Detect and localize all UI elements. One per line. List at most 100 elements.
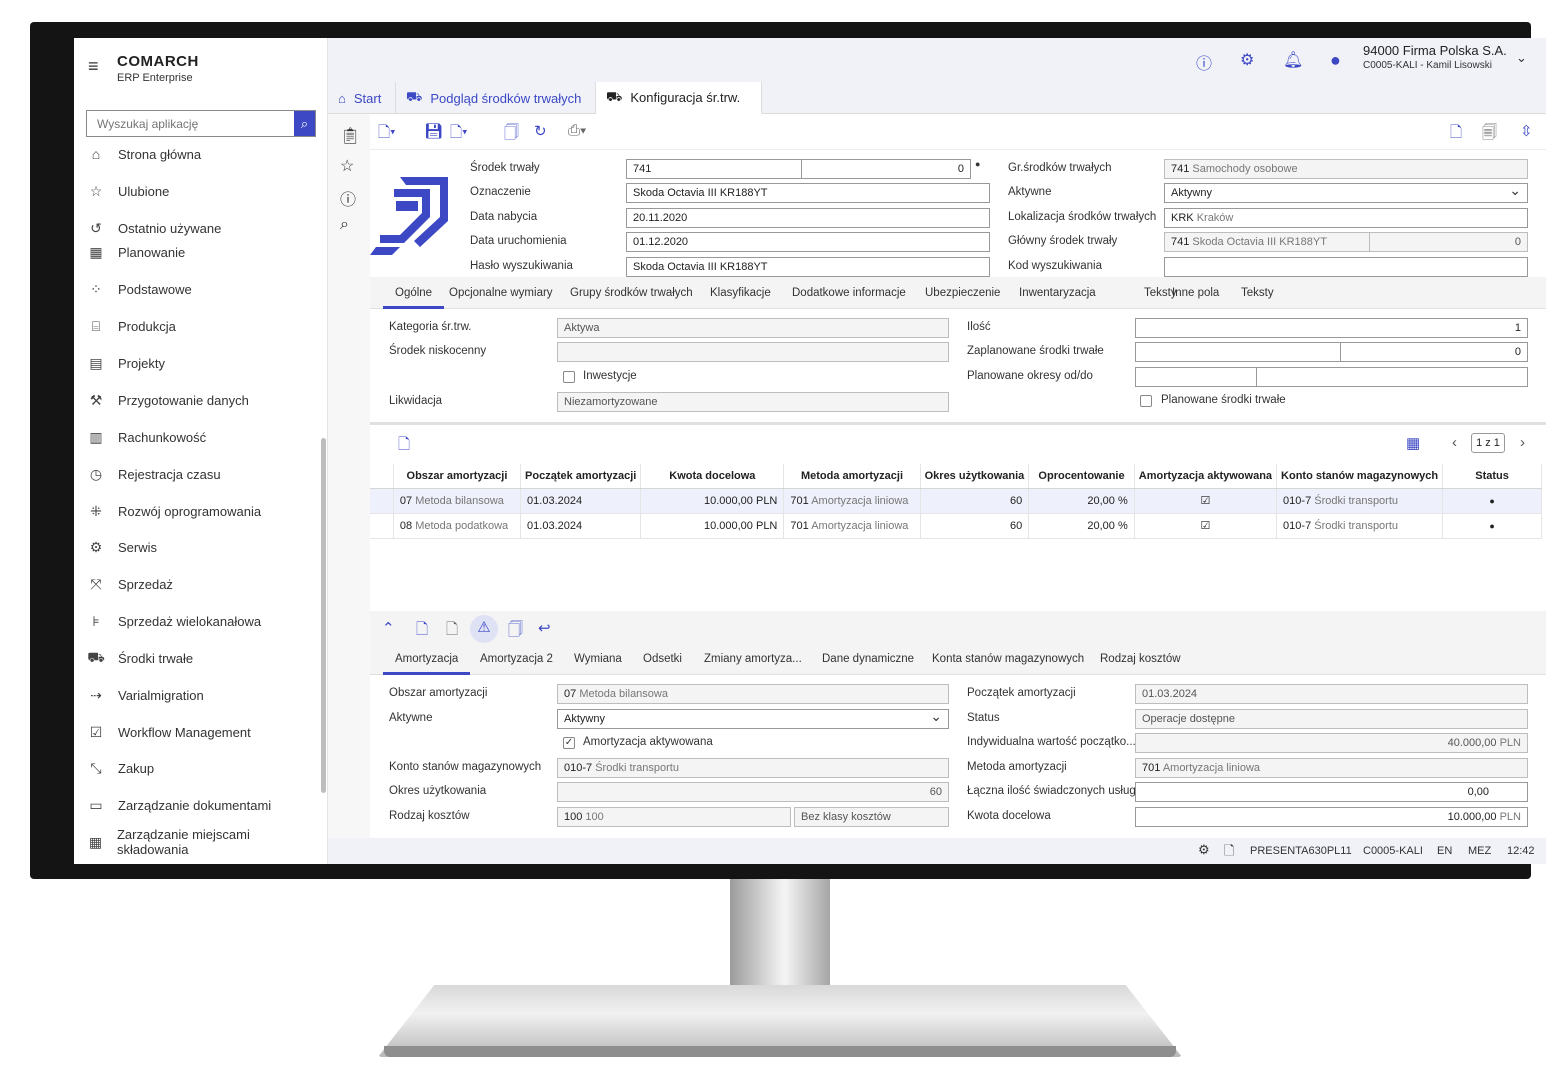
tab-general-5[interactable]: Ubezpieczenie — [925, 277, 1000, 309]
sidebar-item[interactable]: ⌂ Strona główna — [74, 142, 320, 166]
next-page-icon[interactable]: › — [1520, 434, 1525, 451]
search-input[interactable] — [87, 111, 294, 136]
planned-period-to-field[interactable] — [1256, 367, 1528, 387]
star-icon[interactable]: ☆ — [340, 156, 354, 176]
quantity-field[interactable]: 1 — [1135, 318, 1528, 338]
tab-general-9[interactable]: Teksty — [1241, 277, 1274, 309]
useful-life-field[interactable]: 60 — [557, 782, 949, 802]
print-icon[interactable]: ⎙▾ — [568, 122, 586, 139]
delete-document-icon[interactable]: 🗋︎▾ — [450, 122, 468, 147]
search-code-field[interactable] — [1164, 257, 1528, 277]
active-select[interactable]: Aktywny — [1164, 183, 1528, 203]
settings-icon[interactable]: ⚙ — [1240, 50, 1254, 70]
depreciation-activated-checkbox[interactable]: ✓ — [563, 737, 575, 749]
tab-detail-0[interactable]: Amortyzacja — [383, 643, 471, 675]
low-value-field[interactable] — [557, 342, 949, 362]
collapse-up-icon[interactable]: ⌃ — [382, 619, 395, 637]
sidebar-item[interactable]: ▤ Projekty — [74, 351, 320, 375]
detail-area-field[interactable]: 07 Metoda bilansowa — [557, 684, 949, 704]
liquidation-field[interactable]: Niezamortyzowane — [557, 392, 949, 412]
tab-detail-1[interactable]: Amortyzacja 2 — [480, 643, 553, 675]
column-header[interactable]: Początek amortyzacji — [520, 464, 642, 489]
initial-value-field[interactable]: 40.000,00 PLN — [1135, 733, 1528, 753]
depreciation-start-field[interactable]: 01.03.2024 — [1135, 684, 1528, 704]
chevron-down-icon[interactable]: ⌄ — [1516, 50, 1527, 66]
user-avatar-icon[interactable]: ● — [1330, 50, 1341, 71]
sidebar-item[interactable]: ◷ Rejestracja czasu — [74, 462, 320, 486]
sidebar-item[interactable]: ⇢ Varialmigration — [74, 683, 320, 707]
target-amount-field[interactable]: 10.000,00 PLN — [1135, 807, 1528, 827]
column-header[interactable]: Amortyzacja aktywowana — [1134, 464, 1278, 489]
start-date-field[interactable]: 01.12.2020 — [626, 232, 990, 252]
bell-icon[interactable]: 🔔︎ — [1283, 50, 1303, 70]
sidebar-item[interactable]: ⛟ Środki trwałe — [74, 646, 320, 670]
planned-period-from-field[interactable] — [1135, 367, 1257, 387]
delete-row-icon[interactable]: 🗋︎ — [398, 434, 410, 459]
planned-assets-field[interactable] — [1135, 342, 1341, 362]
tab-general-3[interactable]: Klasyfikacje — [710, 277, 771, 309]
sidebar-item[interactable]: ⚒ Przygotowanie danych — [74, 388, 320, 412]
sidebar-item[interactable]: ⚙ Serwis — [74, 535, 320, 559]
save-icon[interactable]: 💾︎ — [424, 122, 443, 140]
tab-detail-6[interactable]: Konta stanów magazynowych — [932, 643, 1084, 675]
investment-checkbox[interactable] — [563, 371, 575, 383]
search-keyword-field[interactable]: Skoda Octavia III KR188YT — [626, 257, 990, 277]
sidebar-item[interactable]: ▦ Zarządzanie miejscami składowania — [74, 827, 320, 857]
copy-document-icon[interactable]: 🗍︎ — [504, 122, 519, 147]
sidebar-item[interactable]: ▭ Zarządzanie dokumentami — [74, 793, 320, 817]
preview-document-icon[interactable]: 🗐︎ — [1482, 122, 1497, 147]
column-header[interactable]: Oprocentowanie — [1028, 464, 1135, 489]
cost-class-field[interactable]: Bez klasy kosztów — [794, 807, 949, 827]
column-header[interactable]: Status — [1442, 464, 1542, 489]
tab-detail-5[interactable]: Dane dynamiczne — [822, 643, 914, 675]
sidebar-item[interactable]: ▦ Planowanie — [74, 240, 320, 264]
tab-general-1[interactable]: Opcjonalne wymiary — [449, 277, 553, 309]
sidebar-item[interactable]: ⊧ Sprzedaż wielokanałowa — [74, 609, 320, 633]
expand-vertical-icon[interactable]: ⇳ — [1520, 122, 1533, 140]
tab-asset-preview[interactable]: ⛟ Podgląd środków trwałych — [396, 82, 596, 114]
add-document-icon[interactable]: 🗋︎ — [1450, 122, 1462, 147]
company-name[interactable]: 94000 Firma Polska S.A. — [1363, 43, 1507, 58]
tab-general-4[interactable]: Dodatkowe informacje — [792, 277, 906, 309]
activated-checkbox-icon[interactable]: ☑ — [1200, 520, 1210, 532]
help-icon[interactable]: ⓘ — [1196, 50, 1212, 74]
hamburger-menu-icon[interactable]: ≡ — [88, 56, 99, 77]
tab-asset-config[interactable]: ⛟ Konfiguracja śr.trw. — [596, 82, 762, 114]
sidebar-item[interactable]: ▥ Rachunkowość — [74, 425, 320, 449]
gears-icon[interactable]: ⚙ — [1198, 842, 1210, 858]
sidebar-item[interactable]: ☆ Ulubione — [74, 179, 320, 203]
tab-general-2[interactable]: Grupy środków trwałych — [570, 277, 693, 309]
column-header[interactable]: Konto stanów magazynowych — [1276, 464, 1444, 489]
sidebar-item[interactable]: ⁜ Rozwój oprogramowania — [74, 499, 320, 523]
asset-id-field[interactable]: 741 — [626, 159, 802, 179]
designation-field[interactable]: Skoda Octavia III KR188YT — [626, 183, 990, 203]
sidebar-item[interactable]: ⤧ Sprzedaż — [74, 572, 320, 596]
search-icon[interactable]: ⌕ — [294, 111, 315, 136]
sidebar-item[interactable]: ⁘ Podstawowe — [74, 277, 320, 301]
info-icon[interactable]: ⓘ — [340, 186, 356, 210]
document-status-icon[interactable]: 🗋︎ — [1224, 842, 1234, 864]
tab-detail-4[interactable]: Zmiany amortyza... — [704, 643, 802, 675]
refresh-icon[interactable]: ↻ — [534, 122, 547, 140]
sidebar-item[interactable]: ⌸ Produkcja — [74, 314, 320, 338]
new-document-icon[interactable]: 🗋︎▾ — [378, 122, 396, 147]
tab-general-6[interactable]: Inwentaryzacja — [1019, 277, 1096, 309]
tab-detail-3[interactable]: Odsetki — [643, 643, 682, 675]
copy-row-icon[interactable]: 🗍︎ — [508, 619, 523, 644]
tab-general-0[interactable]: Ogólne — [383, 277, 445, 309]
location-field[interactable]: KRK Kraków — [1164, 208, 1528, 228]
method-field[interactable]: 701 Amortyzacja liniowa — [1135, 758, 1528, 778]
column-header[interactable]: Metoda amortyzacji — [783, 464, 921, 489]
cost-type-field[interactable]: 100 100 — [557, 807, 791, 827]
status-field[interactable]: Operacje dostępne — [1135, 709, 1528, 729]
sidebar-item[interactable]: ⤡ Zakup — [74, 756, 320, 780]
activated-checkbox-icon[interactable]: ☑ — [1200, 495, 1210, 507]
table-row[interactable]: 08 Metoda podatkowa 01.03.2024 10.000,00 P… — [370, 513, 1542, 539]
tab-general-8[interactable]: Inne pola — [1172, 277, 1219, 309]
detail-active-select[interactable]: Aktywny — [557, 709, 949, 729]
undo-icon[interactable]: ↩ — [538, 619, 551, 637]
sidebar-item[interactable]: ↺ Ostatnio używane — [74, 216, 320, 240]
purchase-date-field[interactable]: 20.11.2020 — [626, 208, 990, 228]
new-row-icon[interactable]: 🗋︎ — [416, 619, 428, 644]
clipboard-icon[interactable]: 📋︎ — [340, 126, 360, 146]
